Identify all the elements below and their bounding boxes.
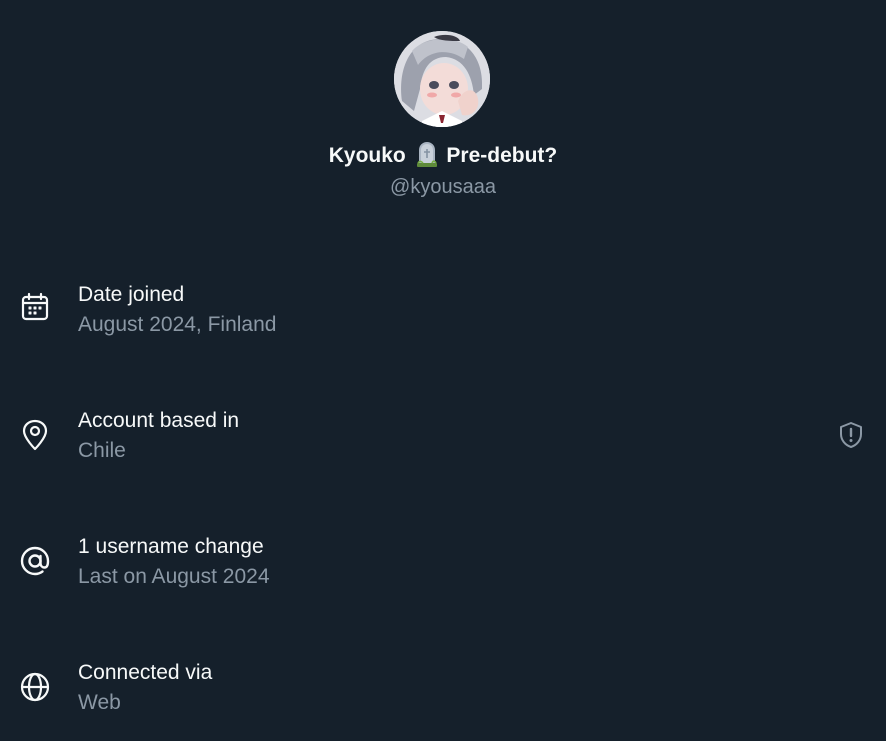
connected-via-value: Web — [78, 691, 121, 714]
headstone-emoji-icon — [416, 141, 438, 175]
date-joined-label: Date joined — [78, 283, 185, 306]
connected-via-label: Connected via — [78, 661, 213, 684]
username-change-value: Last on August 2024 — [78, 565, 270, 588]
calendar-icon — [19, 291, 51, 323]
display-name-text: Kyouko — [328, 144, 406, 167]
globe-icon — [19, 671, 51, 703]
avatar[interactable] — [394, 31, 490, 127]
date-joined-value: August 2024, Finland — [78, 313, 277, 336]
account-based-in-row: Account based in Chile — [0, 407, 886, 471]
connected-via-row: Connected via Web — [0, 659, 886, 723]
display-name: Kyouko Pre-debut? — [0, 141, 886, 175]
location-pin-icon — [19, 419, 51, 451]
username-handle: @kyousaaa — [390, 176, 496, 198]
username-change-label: 1 username change — [78, 535, 264, 558]
account-based-in-label: Account based in — [78, 409, 240, 432]
date-joined-row: Date joined August 2024, Finland — [0, 281, 886, 345]
at-sign-icon — [19, 545, 51, 577]
account-info-panel: Kyouko Pre-debut? @kyousaaa Date joined … — [0, 0, 886, 741]
display-name-suffix: Pre-debut? — [446, 144, 558, 167]
account-based-in-value: Chile — [78, 439, 126, 462]
shield-alert-icon[interactable] — [837, 421, 865, 449]
username-change-row: 1 username change Last on August 2024 — [0, 533, 886, 597]
